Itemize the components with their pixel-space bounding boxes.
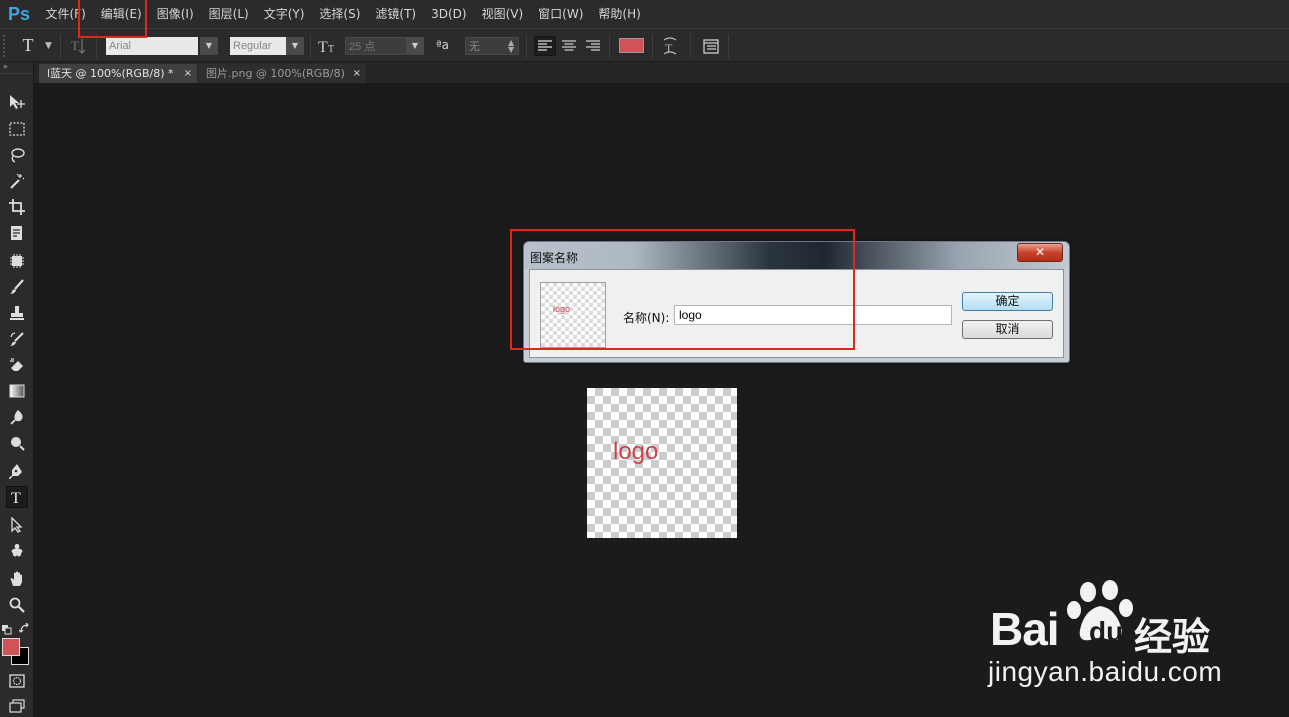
align-left-button[interactable] — [534, 36, 556, 56]
svg-text:T: T — [11, 490, 21, 505]
font-style-field[interactable]: Regular — [230, 37, 286, 55]
watermark-jingyan: 经验 — [1134, 615, 1211, 659]
options-grip[interactable] — [3, 35, 7, 57]
font-family-field[interactable]: Arial — [106, 37, 198, 55]
menu-3d[interactable]: 3D(D) — [424, 0, 474, 28]
divider — [526, 34, 527, 58]
photoshop-window: Ps 文件(F) 编辑(E) 图像(I) 图层(L) 文字(Y) 选择(S) 滤… — [0, 0, 1289, 717]
foreground-color-swatch[interactable] — [2, 638, 20, 656]
font-size-field[interactable]: 25 点 — [345, 37, 407, 55]
menu-help[interactable]: 帮助(H) — [591, 0, 648, 28]
antialias-icon: ªa — [436, 38, 450, 52]
gradient-tool-icon[interactable] — [6, 380, 28, 402]
divider — [728, 34, 729, 58]
text-color-swatch[interactable] — [619, 38, 644, 53]
type-tool-preset-icon[interactable]: T — [18, 35, 38, 56]
highlight-edit-menu — [78, 0, 147, 38]
align-center-button[interactable] — [558, 36, 580, 56]
character-panel-icon[interactable] — [703, 38, 719, 58]
brush-tool-icon[interactable] — [6, 276, 28, 298]
crop-tool-icon[interactable] — [6, 196, 28, 218]
tools-panel: » T — [0, 62, 34, 717]
magic-wand-tool-icon[interactable] — [6, 170, 28, 192]
tab-label: 图片.png @ 100%(RGB/8) — [206, 67, 345, 80]
tab-label: l蓝天 @ 100%(RGB/8) * — [47, 67, 174, 80]
ok-button[interactable]: 确定 — [962, 292, 1053, 311]
font-size-icon: TT — [318, 37, 338, 59]
type-tool-icon[interactable]: T — [6, 486, 28, 508]
menu-type[interactable]: 文字(Y) — [256, 0, 312, 28]
menu-layer[interactable]: 图层(L) — [201, 0, 256, 28]
align-center-icon — [562, 40, 576, 51]
clone-stamp-tool-icon[interactable] — [6, 302, 28, 324]
menu-bar: Ps 文件(F) 编辑(E) 图像(I) 图层(L) 文字(Y) 选择(S) 滤… — [0, 0, 1289, 28]
dodge-tool-icon[interactable] — [6, 432, 28, 454]
close-icon[interactable]: × — [184, 64, 192, 83]
zoom-tool-icon[interactable] — [6, 594, 28, 616]
path-selection-tool-icon[interactable] — [6, 514, 28, 536]
align-right-button[interactable] — [582, 36, 604, 56]
swap-colors-icon[interactable] — [18, 619, 30, 638]
custom-shape-tool-icon[interactable] — [6, 540, 28, 562]
menu-view[interactable]: 视图(V) — [474, 0, 531, 28]
eyedropper-tool-icon[interactable] — [6, 222, 28, 244]
watermark-du: du — [1089, 616, 1124, 647]
menu-select[interactable]: 选择(S) — [312, 0, 368, 28]
close-button[interactable]: ✕ — [1017, 243, 1063, 262]
watermark-url: jingyan.baidu.com — [988, 656, 1223, 687]
tools-collapse-icon[interactable]: » — [0, 62, 33, 74]
hand-tool-icon[interactable] — [6, 568, 28, 590]
divider — [60, 34, 61, 58]
screen-mode-icon[interactable] — [6, 695, 28, 717]
svg-text:T: T — [328, 44, 334, 55]
close-icon[interactable]: × — [353, 64, 361, 83]
highlight-pattern-name — [510, 229, 855, 350]
document-canvas[interactable]: logo — [587, 388, 737, 538]
blur-tool-icon[interactable] — [6, 406, 28, 428]
move-tool-icon[interactable] — [6, 91, 28, 113]
quick-mask-icon[interactable] — [6, 670, 28, 692]
eraser-tool-icon[interactable] — [6, 354, 28, 376]
svg-text:T: T — [71, 38, 79, 53]
svg-text:T: T — [318, 39, 328, 55]
preset-chevron-down-icon[interactable]: ▼ — [45, 41, 52, 51]
close-icon: ✕ — [1034, 245, 1046, 259]
pen-tool-icon[interactable] — [6, 460, 28, 482]
font-style-chevron-down-icon[interactable]: ▼ — [286, 37, 304, 55]
font-family-chevron-down-icon[interactable]: ▼ — [200, 37, 218, 55]
tab-lantian[interactable]: l蓝天 @ 100%(RGB/8) * × — [39, 64, 197, 83]
divider — [609, 34, 610, 58]
baidu-watermark: Bai du 经验 jingyan.baidu.com — [988, 578, 1228, 693]
marquee-tool-icon[interactable] — [6, 118, 28, 140]
divider — [310, 34, 311, 58]
cancel-button[interactable]: 取消 — [962, 320, 1053, 339]
menu-image[interactable]: 图像(I) — [149, 0, 201, 28]
options-bar: T ▼ T Arial ▼ Regular ▼ TT 25 点 ▼ ªa 无 ▲… — [0, 28, 1289, 62]
default-colors-icon[interactable] — [2, 620, 12, 639]
history-brush-tool-icon[interactable] — [6, 328, 28, 350]
ps-logo: Ps — [7, 3, 31, 24]
warp-text-icon[interactable]: T — [661, 36, 679, 60]
healing-brush-tool-icon[interactable] — [6, 250, 28, 272]
canvas-logo-text[interactable]: logo — [613, 438, 658, 466]
divider — [652, 34, 653, 58]
document-tabs: l蓝天 @ 100%(RGB/8) * × 图片.png @ 100%(RGB/… — [34, 62, 1289, 83]
tab-image-png[interactable]: 图片.png @ 100%(RGB/8) × — [198, 64, 366, 83]
divider — [690, 34, 691, 58]
lasso-tool-icon[interactable] — [6, 144, 28, 166]
menu-window[interactable]: 窗口(W) — [531, 0, 591, 28]
menu-filter[interactable]: 滤镜(T) — [368, 0, 424, 28]
antialias-spinner-icon[interactable]: ▲ ▼ — [508, 39, 514, 54]
watermark-bai: Bai — [990, 603, 1060, 655]
orientation-toggle-icon[interactable]: T — [70, 36, 88, 60]
font-size-chevron-down-icon[interactable]: ▼ — [406, 37, 424, 55]
align-right-icon — [586, 40, 600, 51]
align-left-icon — [538, 40, 552, 51]
